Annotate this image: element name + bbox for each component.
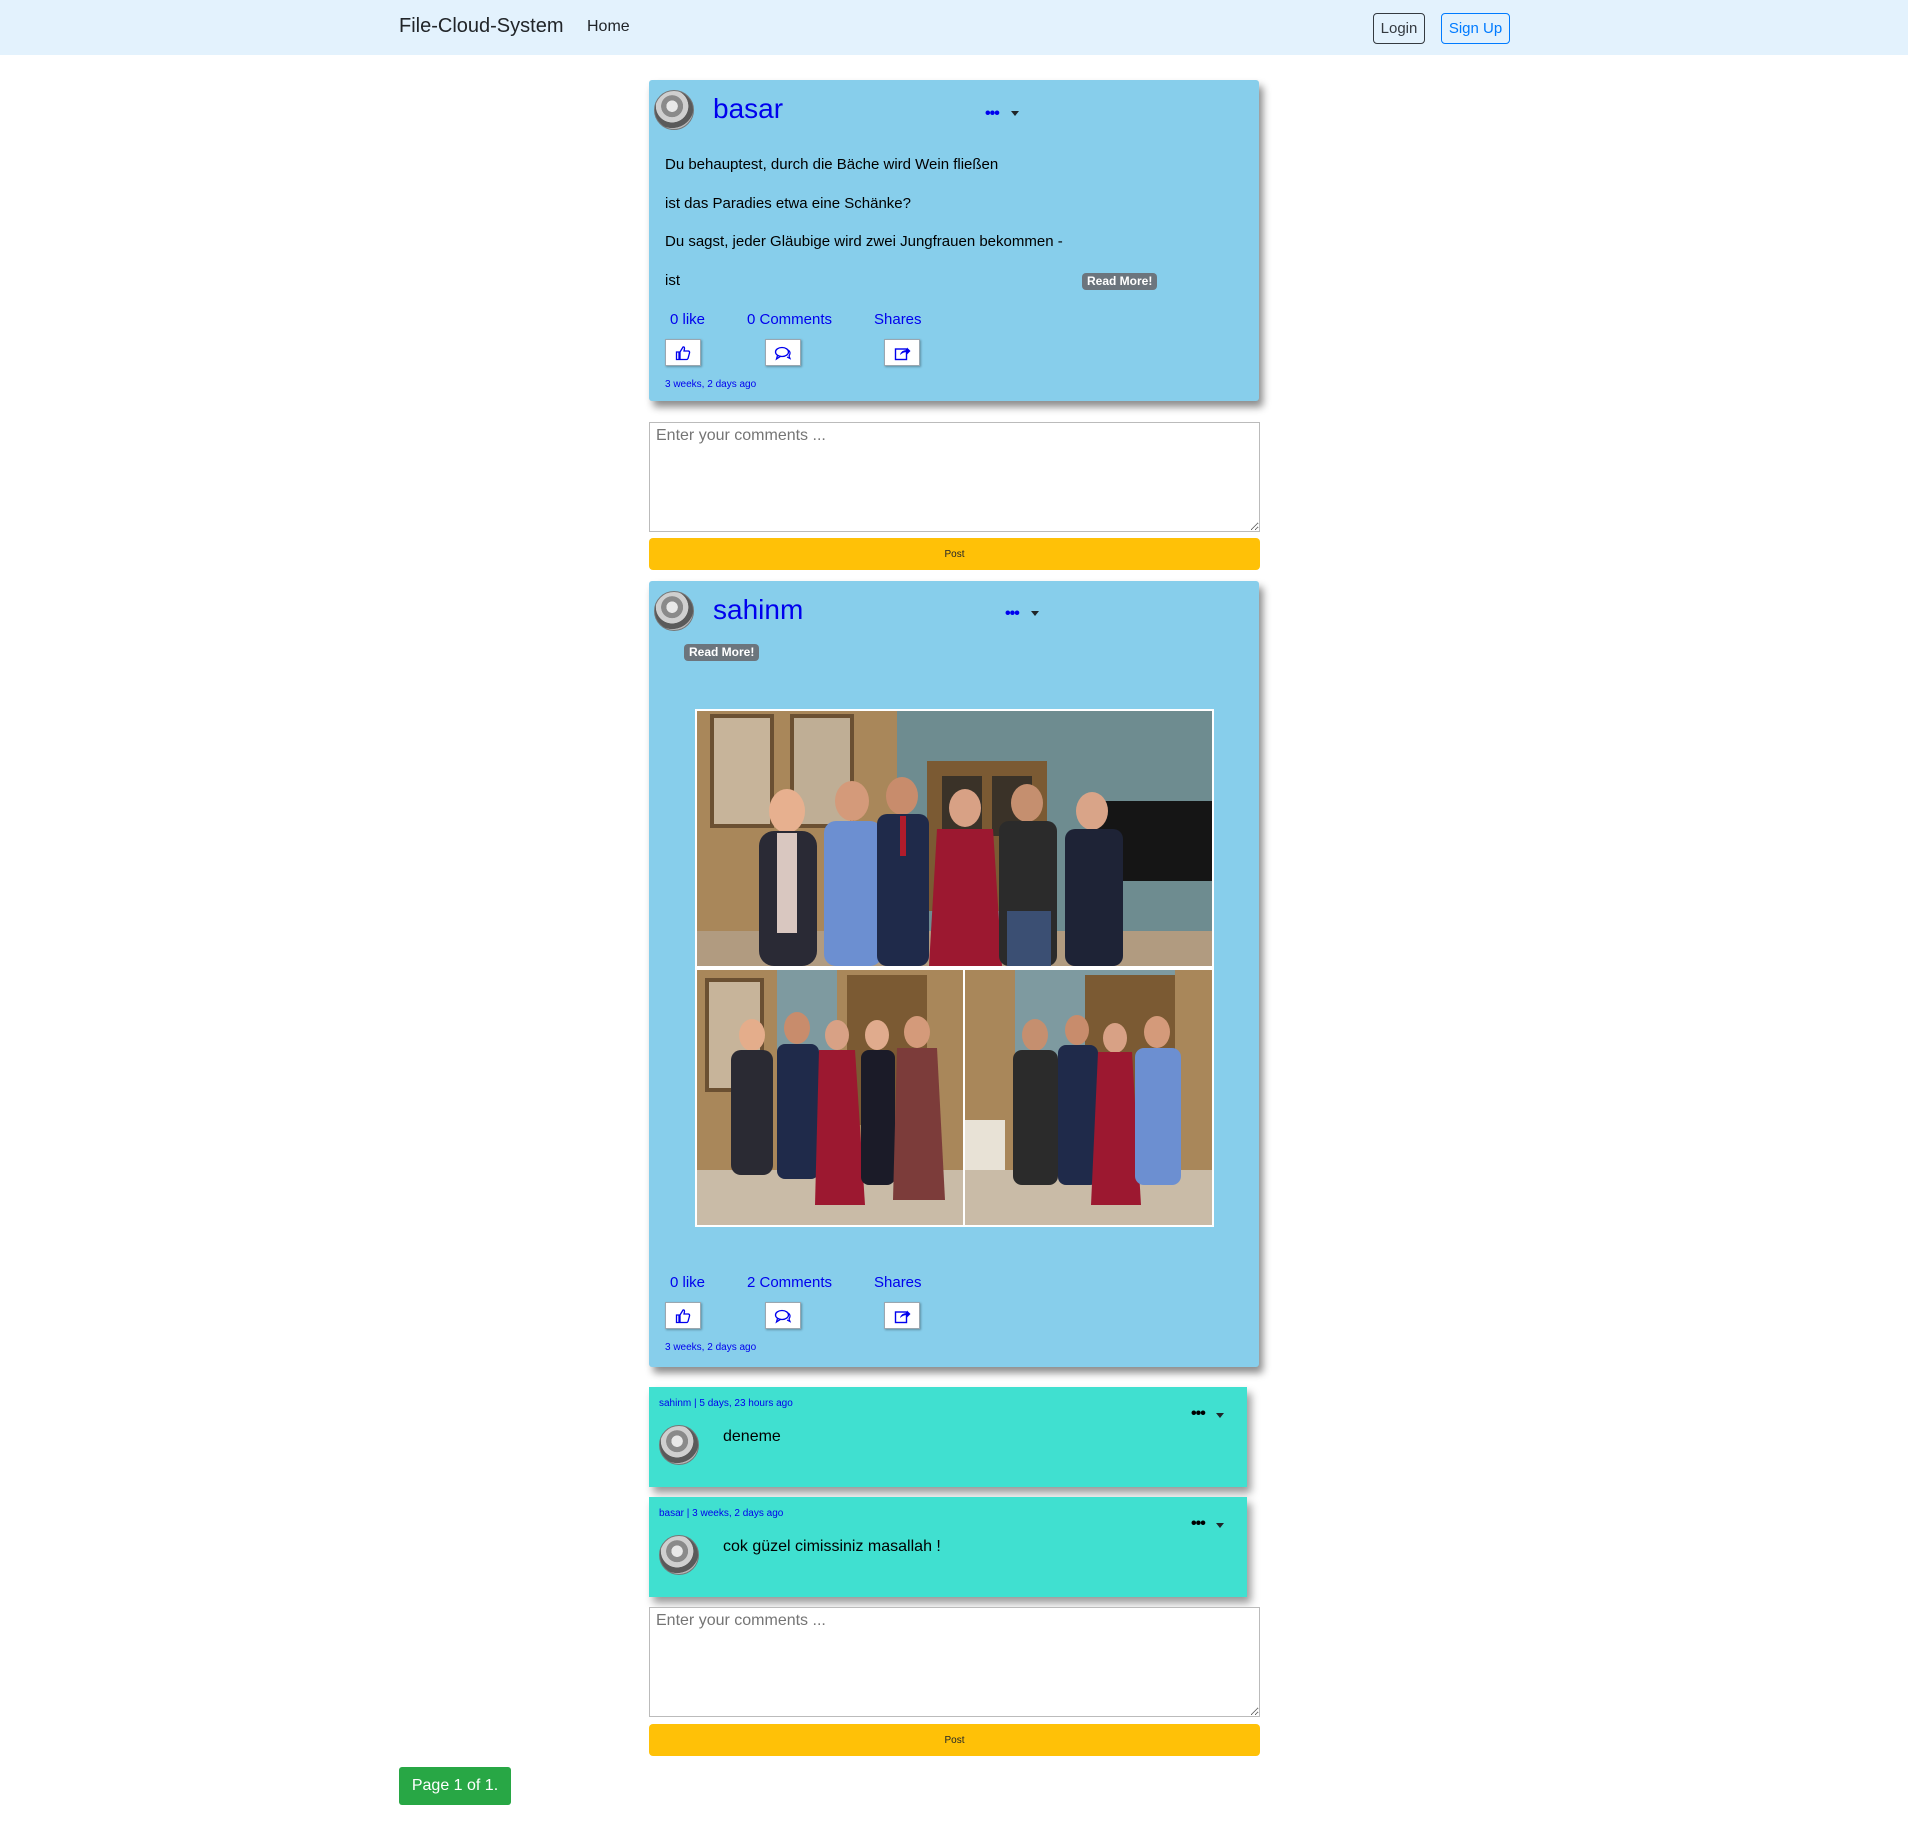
- read-more-button[interactable]: Read More!: [684, 644, 760, 661]
- thumbs-up-icon: [675, 345, 691, 360]
- user-avatar: [659, 1425, 699, 1465]
- share-icon: [894, 1310, 910, 1323]
- read-more-button[interactable]: Read More!: [1082, 273, 1158, 290]
- post-comment-button[interactable]: Post: [649, 1724, 1260, 1756]
- comment-meta[interactable]: sahinm | 5 days, 23 hours ago: [659, 1398, 793, 1409]
- chevron-down-icon[interactable]: [1216, 1523, 1224, 1528]
- post-menu-icon[interactable]: •••: [1005, 605, 1020, 623]
- post-photo-collage[interactable]: [695, 709, 1214, 1227]
- user-avatar: [659, 1535, 699, 1575]
- share-button[interactable]: [884, 339, 920, 366]
- comment-meta[interactable]: basar | 3 weeks, 2 days ago: [659, 1508, 783, 1519]
- chat-icon: [774, 346, 792, 361]
- comment-input[interactable]: [649, 422, 1260, 532]
- post-username[interactable]: sahinm: [713, 594, 803, 626]
- signup-button[interactable]: Sign Up: [1441, 13, 1510, 44]
- chevron-down-icon[interactable]: [1011, 111, 1019, 116]
- comment-input[interactable]: [649, 1607, 1260, 1717]
- post-username[interactable]: basar: [713, 93, 783, 125]
- comment-button[interactable]: [765, 1302, 801, 1329]
- post-text-line: ist das Paradies etwa eine Schänke?: [665, 195, 911, 212]
- navbar: File-Cloud-System Home Login Sign Up: [0, 0, 1908, 55]
- post-text-line: ist: [665, 272, 680, 289]
- comment-card: basar | 3 weeks, 2 days ago ••• cok güze…: [649, 1497, 1247, 1597]
- comment-text: cok güzel cimissiniz masallah !: [723, 1538, 941, 1555]
- comment-count[interactable]: 2 Comments: [747, 1274, 832, 1291]
- chevron-down-icon[interactable]: [1031, 611, 1039, 616]
- share-count[interactable]: Shares: [874, 311, 922, 328]
- post-card: basar ••• Du behauptest, durch die Bäche…: [649, 80, 1259, 401]
- share-count[interactable]: Shares: [874, 1274, 922, 1291]
- like-count[interactable]: 0 like: [670, 311, 705, 328]
- group-photo-1[interactable]: [697, 711, 1212, 966]
- brand-link[interactable]: File-Cloud-System: [399, 15, 563, 38]
- thumbs-up-icon: [675, 1308, 691, 1323]
- user-avatar: [654, 90, 694, 130]
- post-comment-button[interactable]: Post: [649, 538, 1260, 570]
- post-timestamp: 3 weeks, 2 days ago: [665, 1342, 757, 1353]
- user-avatar: [654, 591, 694, 631]
- post-card: sahinm ••• Read More! 0 like 2 Comments …: [649, 581, 1259, 1367]
- comment-menu-icon[interactable]: •••: [1191, 1405, 1206, 1423]
- pagination-label: Page 1 of 1.: [399, 1767, 511, 1805]
- group-photo-2[interactable]: [697, 970, 963, 1225]
- nav-home-link[interactable]: Home: [587, 18, 630, 36]
- comment-menu-icon[interactable]: •••: [1191, 1515, 1206, 1533]
- like-button[interactable]: [665, 1302, 701, 1329]
- comment-card: sahinm | 5 days, 23 hours ago ••• deneme: [649, 1387, 1247, 1487]
- chat-icon: [774, 1309, 792, 1324]
- share-button[interactable]: [884, 1302, 920, 1329]
- post-menu-icon[interactable]: •••: [985, 105, 1000, 123]
- comment-count[interactable]: 0 Comments: [747, 311, 832, 328]
- login-button[interactable]: Login: [1373, 13, 1425, 44]
- share-icon: [894, 347, 910, 360]
- chevron-down-icon[interactable]: [1216, 1413, 1224, 1418]
- comment-text: deneme: [723, 1428, 781, 1445]
- like-button[interactable]: [665, 339, 701, 366]
- post-text-line: Du sagst, jeder Gläubige wird zwei Jungf…: [665, 233, 1063, 250]
- post-timestamp: 3 weeks, 2 days ago: [665, 379, 757, 390]
- comment-button[interactable]: [765, 339, 801, 366]
- post-text-line: Du behauptest, durch die Bäche wird Wein…: [665, 156, 999, 173]
- group-photo-3[interactable]: [965, 970, 1212, 1225]
- like-count[interactable]: 0 like: [670, 1274, 705, 1291]
